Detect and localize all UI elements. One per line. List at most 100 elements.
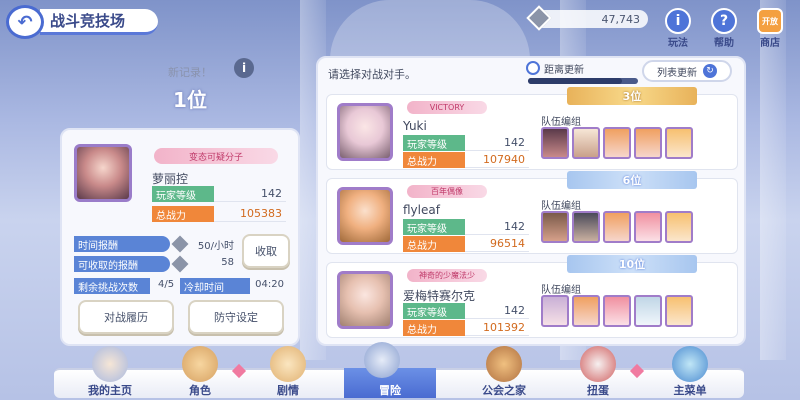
back-arrow-icon: ↶ [17,11,33,33]
player-power-row: 总战力 105383 [152,206,286,222]
time-reward-row: 时间报酬 50/小时 [74,235,234,253]
player-level: 142 [261,187,282,200]
jewel-icon [526,5,552,31]
gacha-icon [580,346,616,382]
guild-house-icon [486,346,522,382]
opponent-team [541,295,693,327]
player-power: 105383 [240,207,282,220]
team-member-portrait [634,211,662,243]
opponent-avatar [337,271,393,329]
opponent-card[interactable]: 3位 VICTORY Yuki 玩家等级 142 总战力 107940 队伍编组 [326,87,738,170]
opponent-power-row: 总战力 107940 [403,152,529,168]
power-label: 总战力 [403,320,465,336]
challenge-row: 剩余挑战次数 4/5 冷却时间 04:20 [74,278,290,294]
opponent-power: 96514 [490,237,525,250]
opponent-team [541,127,693,159]
nav-main-menu[interactable]: 主菜单 [650,382,730,398]
opponent-avatar [337,187,393,245]
opponent-rank: 6位 [567,171,697,189]
refresh-list-label: 列表更新 [657,67,697,79]
power-label: 总战力 [152,206,214,222]
battle-history-button[interactable]: 对战履历 [78,300,174,334]
nav-gacha[interactable]: 扭蛋 [558,382,638,398]
collectable-reward-label: 可收取的报酬 [74,256,170,272]
shop-button-label: 商店 [760,38,780,49]
opponent-title-badge: 神奇的少魔法少 [407,269,487,282]
refresh-timer-label: 距离更新 [544,65,584,76]
nav-adventure[interactable]: 冒险 [350,382,430,398]
team-member-portrait [572,127,600,159]
nav-home[interactable]: 我的主页 [70,382,150,398]
level-label: 玩家等级 [152,186,214,202]
power-label: 总战力 [403,236,465,252]
team-member-portrait [603,211,631,243]
collectable-reward-value: 58 [221,257,234,268]
opponent-level-row: 玩家等级 142 [403,135,529,151]
clock-icon [526,61,540,75]
nav-guild-house[interactable]: 公会之家 [464,382,544,398]
time-reward-label: 时间报酬 [74,236,170,252]
back-button[interactable]: ↶ [6,5,44,39]
team-member-portrait [634,127,662,159]
team-member-portrait [634,295,662,327]
level-label: 玩家等级 [403,219,465,235]
player-panel: 变态可疑分子 萝丽控 玩家等级 142 总战力 105383 时间报酬 50/小… [60,128,300,346]
opponent-card[interactable]: 10位 神奇的少魔法少 爱梅特赛尔克 玩家等级 142 总战力 101392 队… [326,255,738,338]
refresh-list-button[interactable]: 列表更新 ↻ [642,60,732,82]
opponent-level: 142 [504,136,525,149]
cooldown-value: 04:20 [255,279,284,290]
rules-button[interactable]: i 玩法 [662,8,694,49]
opponent-level-row: 玩家等级 142 [403,219,529,235]
team-member-portrait [541,211,569,243]
team-member-portrait [541,127,569,159]
team-member-portrait [603,295,631,327]
background-column [760,0,786,360]
opponent-level: 142 [504,304,525,317]
collect-button[interactable]: 收取 [242,234,290,268]
help-button[interactable]: ? 帮助 [708,8,740,49]
opponent-name: Yuki [403,119,427,133]
opponents-prompt: 请选择对战对手。 [328,68,416,81]
story-scroll-icon [270,346,306,382]
team-member-portrait [665,211,693,243]
defense-settings-button[interactable]: 防守设定 [188,300,284,334]
jewel-icon [171,255,189,273]
remaining-label: 剩余挑战次数 [74,278,150,294]
rules-button-label: 玩法 [668,38,688,49]
help-icon: ? [711,8,737,34]
opponent-card[interactable]: 6位 百年偶像 flyleaf 玩家等级 142 总战力 96514 队伍编组 [326,171,738,254]
opponent-power: 107940 [483,153,525,166]
current-rank: 1位 [173,88,207,112]
info-icon: i [665,8,691,34]
team-member-portrait [541,295,569,327]
jewel-icon [171,235,189,253]
opponent-level: 142 [504,220,525,233]
home-icon [92,346,128,382]
player-level-row: 玩家等级 142 [152,186,286,202]
team-member-portrait [572,211,600,243]
refresh-timer-bar [528,78,638,84]
opponent-title-badge: 百年偶像 [407,185,487,198]
player-name: 萝丽控 [152,172,189,186]
team-label: 队伍编组 [541,285,581,296]
player-title-badge: 变态可疑分子 [154,148,278,164]
team-member-portrait [665,295,693,327]
team-label: 队伍编组 [541,201,581,212]
level-label: 玩家等级 [403,135,465,151]
info-icon[interactable]: i [234,58,254,78]
new-record-emblem: 新记录！ 1位 i [120,54,260,124]
currency-display: 47,743 [526,5,648,31]
adventure-swords-icon [364,342,400,378]
help-button-label: 帮助 [714,38,734,49]
nav-story[interactable]: 剧情 [248,382,328,398]
currency-amount: 47,743 [601,12,641,26]
shop-button[interactable]: 开放 商店 [754,8,786,49]
time-reward-value: 50/小时 [197,241,234,252]
opponent-rank: 10位 [567,255,697,273]
opponents-panel: 请选择对战对手。 距离更新 列表更新 ↻ 3位 VICTORY Yuki 玩家等… [316,56,746,346]
nav-characters[interactable]: 角色 [160,382,240,398]
level-label: 玩家等级 [403,303,465,319]
character-icon [182,346,218,382]
remaining-value: 4/5 [158,279,175,290]
opponent-rank: 3位 [567,87,697,105]
